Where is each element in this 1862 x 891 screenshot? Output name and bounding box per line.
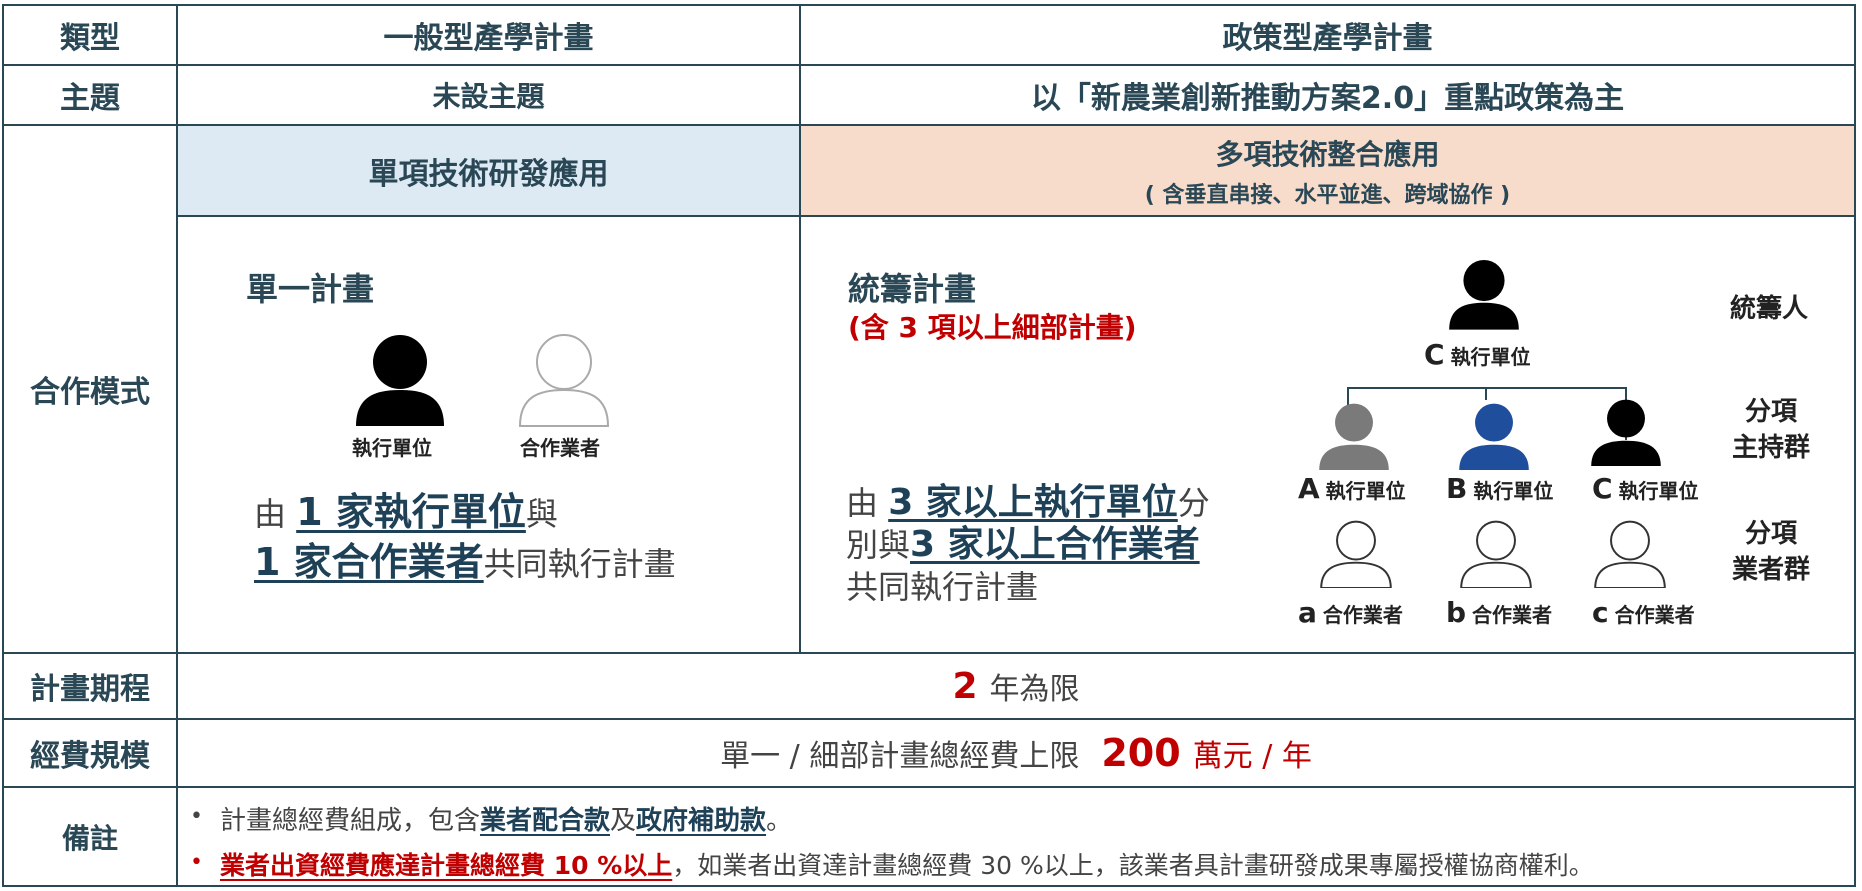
unit-b-label: B 執行單位 xyxy=(1446,472,1553,505)
type-label: 類型 xyxy=(60,21,120,56)
unit-a-label: A 執行單位 xyxy=(1298,472,1406,505)
partner-c-role: 合作業者 xyxy=(1614,603,1695,627)
role-leader: 統籌人 xyxy=(1730,294,1809,324)
unit-a-letter: A xyxy=(1298,472,1320,505)
exec-unit-label: 執行單位 xyxy=(352,436,432,460)
note1-b: 業者配合款 xyxy=(480,806,611,836)
policy-desc-hl2: 3 家以上合作業者 xyxy=(910,524,1200,565)
leader-label: C 執行單位 xyxy=(1424,338,1531,371)
policy-subheader-text: 多項技術整合應用 xyxy=(1215,137,1440,171)
note2-a: 業者出資經費應達計畫總經費 10 %以上 xyxy=(220,851,673,880)
leader-role: 執行單位 xyxy=(1450,345,1531,369)
unit-c-icon xyxy=(1591,399,1661,466)
row-divider xyxy=(176,215,1856,217)
general-mode-desc: 由 1 家執行單位與 1 家合作業者共同執行計畫 xyxy=(254,488,676,588)
partner-a-role: 合作業者 xyxy=(1322,603,1403,627)
general-desc-hl1: 1 家執行單位 xyxy=(296,490,526,534)
bullet-2: • xyxy=(190,850,203,875)
policy-desc-1: 由 xyxy=(846,484,879,522)
bullet-1: • xyxy=(190,804,203,829)
policy-title: 政策型產學計畫 xyxy=(1222,21,1433,56)
partner-icon xyxy=(518,334,610,427)
partner-a-label: a 合作業者 xyxy=(1298,596,1403,629)
policy-mode-subtitle: (含 3 項以上細部計畫) xyxy=(848,311,1137,344)
general-desc-hl2: 1 家合作業者 xyxy=(254,540,484,584)
unit-b-icon xyxy=(1459,403,1529,470)
policy-subheader-note: ( 含垂直串接、水平並進、跨域協作 ) xyxy=(1144,182,1511,208)
unit-c-role: 執行單位 xyxy=(1618,479,1699,503)
budget-value: 單一 / 細部計畫總經費上限 200 萬元 / 年 xyxy=(178,720,1854,786)
unit-c-letter: C xyxy=(1592,472,1613,505)
budget-suffix: 萬元 / 年 xyxy=(1192,739,1312,774)
role-group2-l1: 分項 xyxy=(1745,519,1798,549)
policy-mode-title: 統籌計畫 xyxy=(848,270,977,308)
note-line-1: 計畫總經費組成，包含業者配合款及政府補助款。 xyxy=(220,800,792,837)
period-number: 2 xyxy=(952,665,978,707)
partner-a-letter: a xyxy=(1298,596,1317,629)
partner-label: 合作業者 xyxy=(520,436,600,460)
budget-number: 200 xyxy=(1101,731,1181,775)
partner-a-icon xyxy=(1320,520,1392,588)
row-divider xyxy=(2,786,1856,788)
policy-mode-desc: 由 3 家以上執行單位分 別與3 家以上合作業者 共同執行計畫 xyxy=(846,482,1210,608)
role-group1-l2: 主持群 xyxy=(1732,433,1811,463)
partner-c-letter: c xyxy=(1592,596,1609,629)
theme-general-value: 未設主題 xyxy=(432,80,545,113)
role-group2: 分項 業者群 xyxy=(1732,516,1810,588)
general-desc-2: 與 xyxy=(525,495,558,533)
general-subheader: 單項技術研發應用 xyxy=(178,126,799,215)
partner-b-icon xyxy=(1460,520,1532,588)
unit-b-role: 執行單位 xyxy=(1473,479,1554,503)
theme-label: 主題 xyxy=(60,81,120,116)
period-label: 計畫期程 xyxy=(30,672,150,707)
role-group1-l1: 分項 xyxy=(1745,397,1798,427)
general-title: 一般型產學計畫 xyxy=(383,21,594,56)
unit-c-label: C 執行單位 xyxy=(1592,472,1699,505)
note1-c: 及 xyxy=(610,806,637,836)
partner-b-letter: b xyxy=(1446,596,1467,629)
note-line-2: 業者出資經費應達計畫總經費 10 %以上，如業者出資達計畫總經費 30 %以上，… xyxy=(220,846,1594,882)
general-desc-1: 由 xyxy=(254,495,287,533)
budget-label: 經費規模 xyxy=(30,739,150,774)
exec-unit-icon xyxy=(356,335,444,426)
general-desc-3: 共同執行計畫 xyxy=(483,545,676,583)
role-group1: 分項 主持群 xyxy=(1732,394,1810,466)
unit-a-role: 執行單位 xyxy=(1325,479,1406,503)
partner-c-label: c 合作業者 xyxy=(1592,596,1695,629)
partner-b-label: b 合作業者 xyxy=(1446,596,1552,629)
partner-c-icon xyxy=(1594,520,1666,588)
policy-desc-4: 共同執行計畫 xyxy=(846,568,1039,606)
budget-prefix: 單一 / 細部計畫總經費上限 xyxy=(720,739,1080,774)
policy-desc-hl1: 3 家以上執行單位 xyxy=(888,482,1178,523)
leader-icon xyxy=(1449,259,1519,330)
note1-a: 計畫總經費組成，包含 xyxy=(220,806,481,836)
role-group2-l2: 業者群 xyxy=(1732,555,1811,585)
theme-policy-value: 以「新農業創新推動方案2.0」重點政策為主 xyxy=(1030,81,1625,116)
leader-letter: C xyxy=(1424,338,1445,371)
note1-e: 。 xyxy=(766,806,793,836)
policy-subheader: 多項技術整合應用 ( 含垂直串接、水平並進、跨域協作 ) xyxy=(801,126,1854,215)
unit-b-letter: B xyxy=(1446,472,1468,505)
unit-a-icon xyxy=(1319,403,1389,470)
note2-b: ，如業者出資達計畫總經費 30 %以上，該業者具計畫研發成果專屬授權協商權利。 xyxy=(672,851,1594,880)
partner-b-role: 合作業者 xyxy=(1472,603,1553,627)
policy-desc-2: 分 xyxy=(1177,484,1210,522)
general-mode-title: 單一計畫 xyxy=(246,270,375,308)
notes-label: 備註 xyxy=(61,821,118,855)
general-subheader-text: 單項技術研發應用 xyxy=(368,156,609,192)
policy-desc-3: 別與 xyxy=(846,526,911,564)
coop-label: 合作模式 xyxy=(30,375,150,410)
note1-d: 政府補助款 xyxy=(636,806,767,836)
period-suffix: 年為限 xyxy=(989,672,1080,707)
period-value: 2 年為限 xyxy=(178,654,1854,718)
